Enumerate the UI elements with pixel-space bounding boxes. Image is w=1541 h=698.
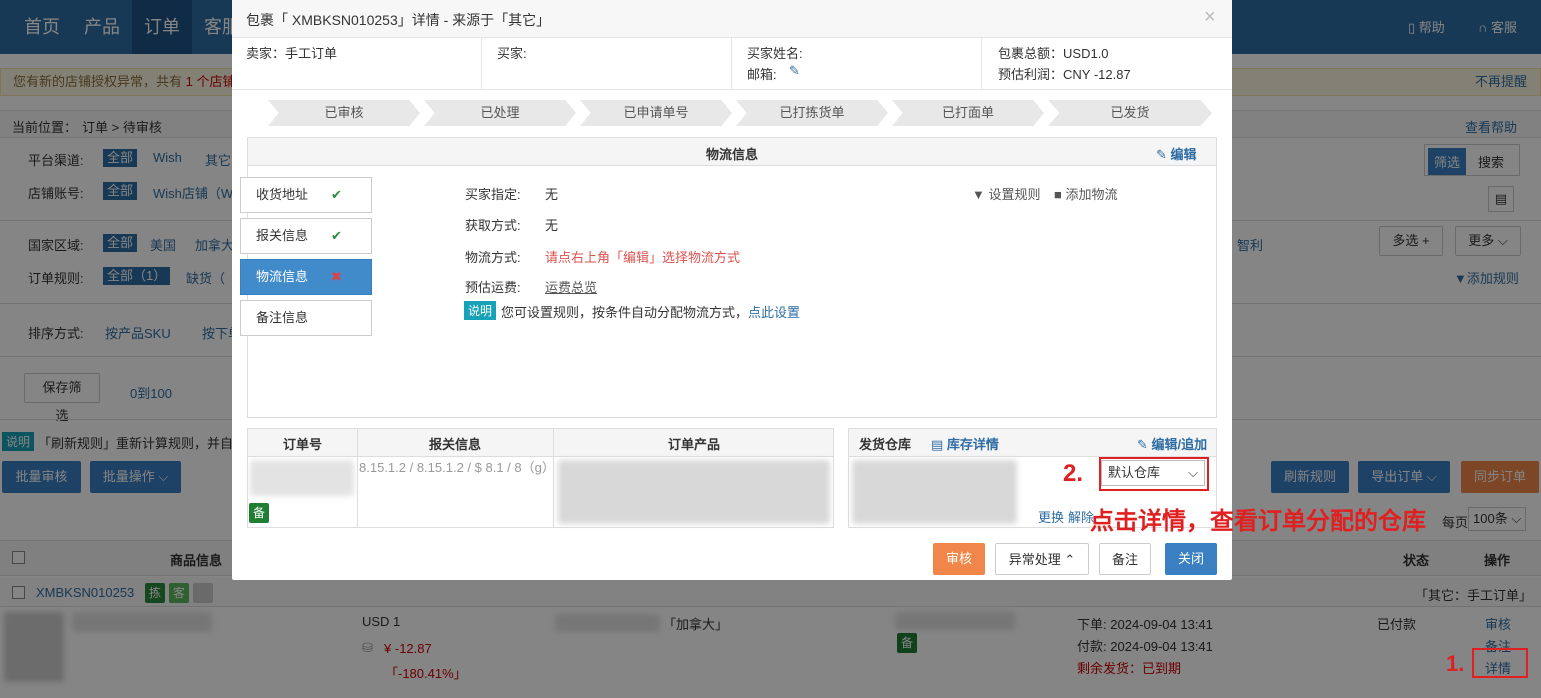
divider	[731, 38, 732, 90]
step-shipped: 已发货	[1048, 100, 1212, 126]
modal-title: 包裹「 XMBKSN010253」详情 - 来源于「其它」	[246, 12, 551, 28]
method-get-label: 获取方式:	[465, 218, 521, 233]
annotation-caption: 点击详情，查看订单分配的仓库	[1090, 508, 1426, 535]
warehouse-highlight-box	[1099, 457, 1209, 491]
detail-highlight-box	[1472, 648, 1528, 678]
package-detail-modal: 包裹「 XMBKSN010253」详情 - 来源于「其它」 × 卖家：手工订单 …	[232, 0, 1232, 580]
step-reviewed: 已审核	[268, 100, 420, 126]
assigned-value: 无	[545, 187, 559, 202]
step-picklist: 已打拣货单	[736, 100, 888, 126]
buyer-name-label: 买家姓名:	[747, 46, 803, 61]
stock-detail-link[interactable]: ▤ 库存详情	[931, 434, 999, 453]
order-grid-header	[248, 429, 833, 457]
divider	[981, 38, 982, 90]
step-tracking: 已申请单号	[580, 100, 732, 126]
cross-icon: ✖	[331, 269, 342, 284]
tab-notes[interactable]: 备注信息	[240, 300, 372, 336]
divider	[481, 38, 482, 90]
check-icon: ✔	[331, 228, 342, 243]
edit-icon: ✎	[1156, 147, 1167, 162]
tab-shipping-address[interactable]: 收货地址 ✔	[240, 177, 372, 213]
fee-label: 预估运费:	[465, 280, 521, 295]
method-label: 物流方式:	[465, 250, 521, 265]
tip-setting-link[interactable]: 点此设置	[748, 302, 800, 321]
divider	[553, 429, 554, 527]
edit-icon: ✎	[1137, 437, 1148, 452]
order-no-blur	[250, 460, 354, 496]
seller-info: 卖家：手工订单	[246, 46, 338, 61]
divider	[357, 429, 358, 527]
annotation-step2: 2.	[1063, 460, 1084, 487]
add-logistics-link[interactable]: ■ 添加物流	[1054, 184, 1118, 203]
product-blur	[558, 460, 830, 524]
chevron-up-icon: ⌃	[1064, 552, 1076, 567]
warehouse-product-blur	[852, 460, 1017, 524]
close-button[interactable]: 关闭	[1165, 543, 1217, 575]
annotation-step1: 1.	[1446, 651, 1465, 676]
logistics-title: 物流信息	[706, 147, 759, 162]
tip-text: 您可设置规则，按条件自动分配物流方式，	[501, 305, 749, 320]
doc-icon: ▤	[931, 437, 944, 452]
col-customs: 报关信息	[429, 437, 482, 452]
tab-customs[interactable]: 报关信息 ✔	[240, 218, 372, 254]
tip-tag: 说明	[464, 301, 497, 320]
note-button[interactable]: 备注	[1099, 543, 1151, 575]
bei-badge: 备	[249, 503, 269, 523]
customs-value: 8.15.1.2 / 8.15.1.2 / $ 8.1 / 8（g）	[359, 460, 555, 475]
exception-button[interactable]: 异常处理 ⌃	[995, 543, 1089, 575]
assigned-label: 买家指定:	[465, 187, 521, 202]
method-get-value: 无	[545, 218, 559, 233]
step-label: 已打面单	[892, 100, 1044, 126]
edit-icon[interactable]: ✎	[789, 63, 800, 79]
filter-icon: ▼	[972, 187, 985, 202]
change-link[interactable]: 更换	[1038, 507, 1064, 526]
check-icon: ✔	[331, 187, 342, 202]
step-processed: 已处理	[424, 100, 576, 126]
method-value: 请点右上角「编辑」选择物流方式	[545, 250, 741, 265]
col-order-product: 订单产品	[668, 437, 721, 452]
set-rule-link[interactable]: ▼ 设置规则	[972, 184, 1041, 203]
edit-logistics-link[interactable]: ✎ 编辑	[1156, 144, 1197, 163]
package-total: 包裹总额：USD1.0	[998, 46, 1109, 61]
buyer-label: 买家:	[497, 46, 527, 61]
tab-logistics[interactable]: 物流信息 ✖	[240, 259, 372, 295]
close-icon[interactable]: ×	[1204, 6, 1216, 29]
col-order-no: 订单号	[283, 437, 323, 452]
warehouse-label: 发货仓库	[859, 437, 912, 452]
logistics-panel	[247, 137, 1217, 418]
modal-header: 包裹「 XMBKSN010253」详情 - 来源于「其它」 ×	[232, 0, 1232, 38]
review-button[interactable]: 审核	[933, 543, 985, 575]
estimated-profit: 预估利润：CNY -12.87	[998, 67, 1131, 82]
fee-overview-link[interactable]: 运费总览	[545, 277, 597, 296]
edit-add-link[interactable]: ✎ 编辑/追加	[1137, 434, 1207, 453]
email-label: 邮箱:	[747, 67, 777, 82]
truck-icon: ■	[1054, 187, 1062, 202]
